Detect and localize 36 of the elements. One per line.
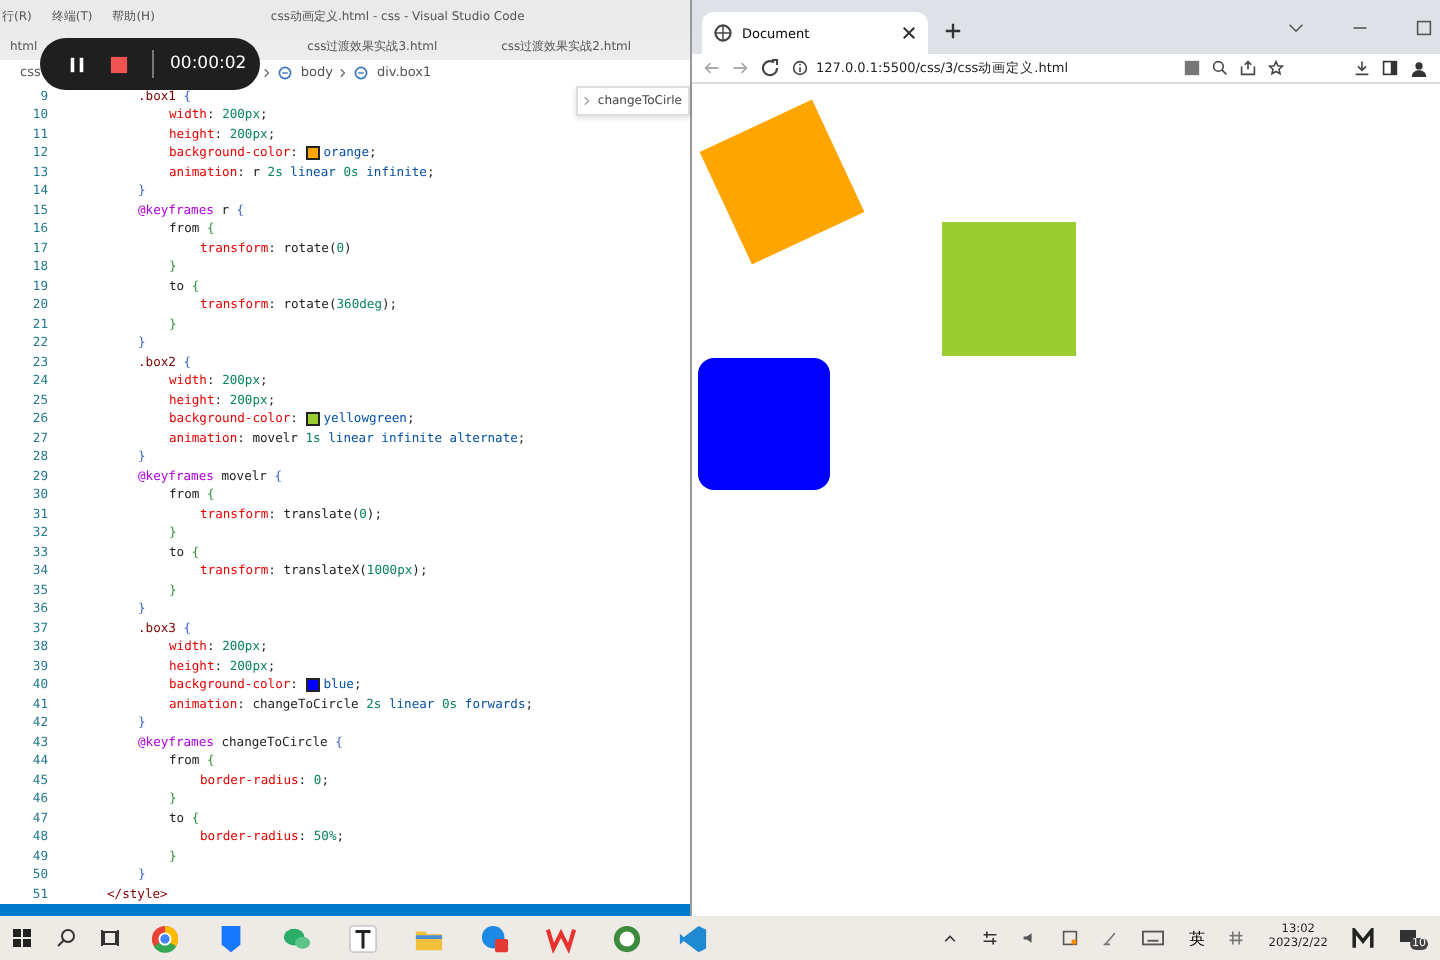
pen-icon[interactable] — [1102, 930, 1119, 946]
star-icon[interactable] — [1268, 60, 1284, 76]
app-tray-icon[interactable] — [1062, 930, 1079, 946]
keyboard-icon[interactable] — [1142, 930, 1165, 946]
chevron-icon — [340, 67, 347, 78]
info-icon — [792, 60, 808, 76]
network-icon[interactable] — [982, 930, 999, 946]
dropdown-icon[interactable] — [1288, 19, 1304, 35]
chevron-icon — [264, 67, 271, 78]
new-tab-icon[interactable] — [944, 22, 962, 40]
close-icon[interactable] — [902, 26, 916, 40]
search-icon[interactable] — [56, 928, 76, 948]
color-swatch-icon[interactable] — [305, 146, 320, 161]
profile-icon[interactable] — [1410, 59, 1428, 77]
color-swatch-icon[interactable] — [305, 678, 320, 693]
zoom-icon[interactable] — [1212, 60, 1228, 76]
download-icon[interactable] — [1354, 60, 1370, 76]
element-icon — [354, 65, 369, 80]
widget-icon[interactable] — [1352, 927, 1374, 949]
language-indicator[interactable]: 英 — [1188, 927, 1205, 949]
recording-timer: 00:00:02 — [170, 54, 247, 74]
maximize-icon[interactable] — [1416, 19, 1432, 35]
windows-start-icon[interactable] — [12, 928, 32, 948]
taskbar-app-icon[interactable] — [348, 923, 378, 953]
chevron-icon — [583, 95, 590, 106]
task-view-icon[interactable] — [100, 928, 120, 948]
pause-icon[interactable] — [68, 55, 86, 73]
grid-icon[interactable] — [1228, 930, 1245, 946]
share-icon[interactable] — [1240, 60, 1256, 76]
sidebar-icon[interactable] — [1382, 60, 1398, 76]
stop-icon[interactable] — [110, 55, 128, 73]
chevron-up-icon[interactable] — [942, 930, 959, 946]
color-swatch-icon[interactable] — [305, 412, 320, 427]
reload-icon[interactable] — [760, 58, 780, 78]
globe-icon — [714, 24, 732, 42]
element-icon — [278, 65, 293, 80]
